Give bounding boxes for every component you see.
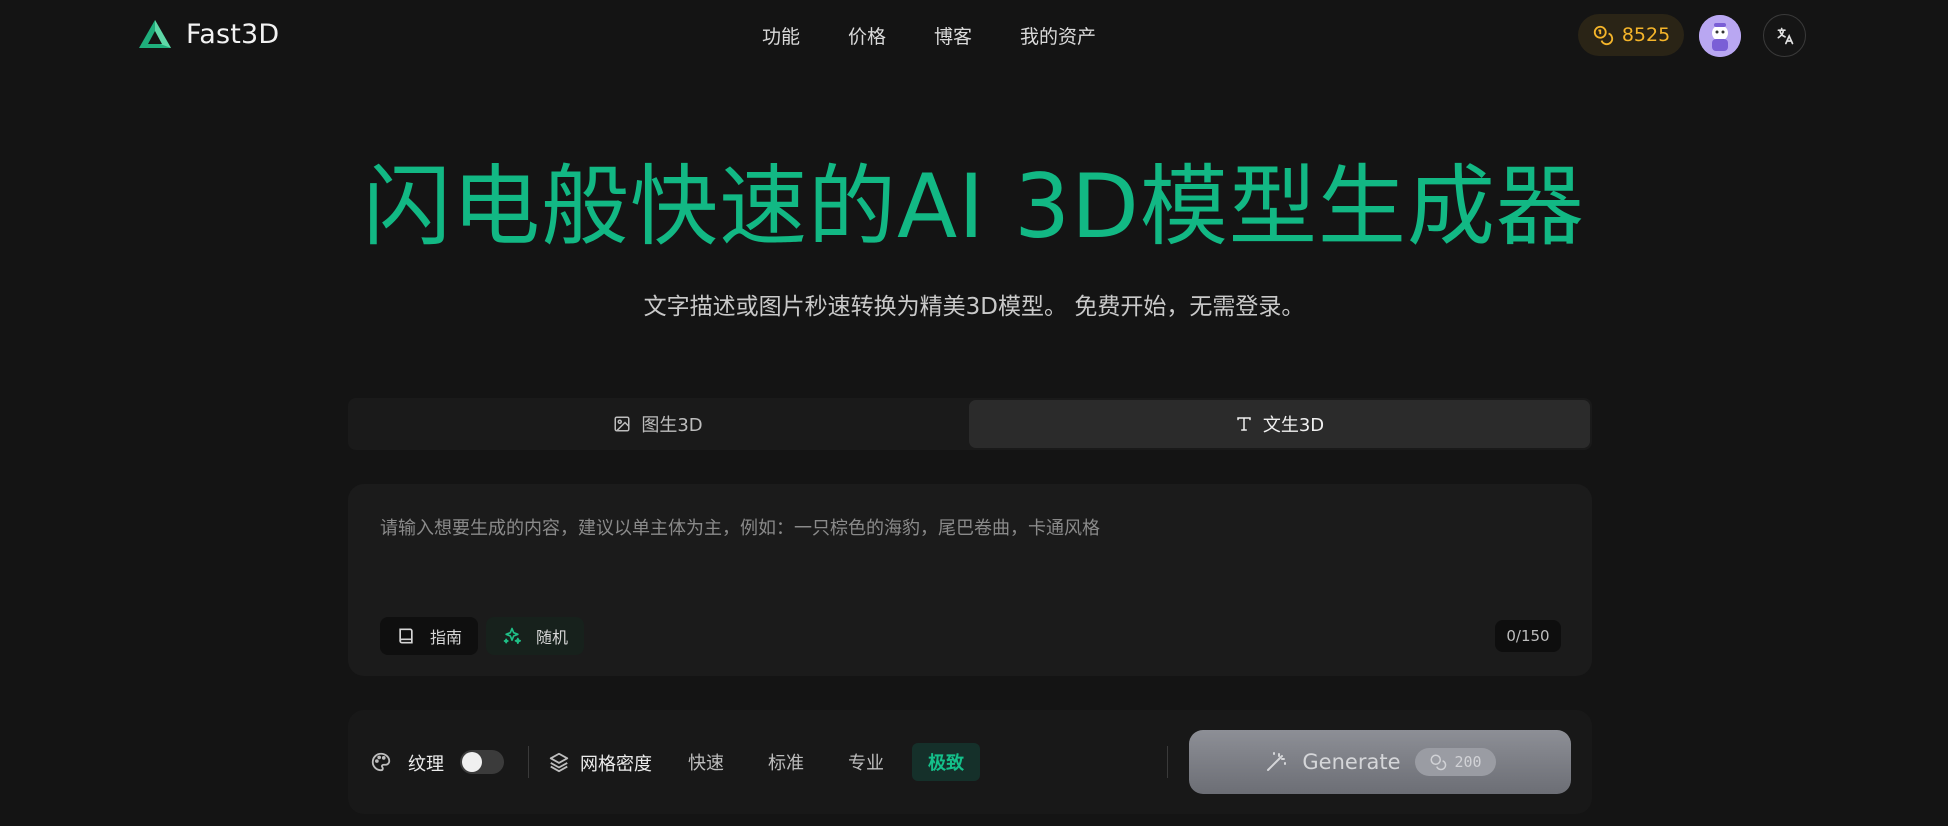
texture-toggle[interactable] — [460, 750, 504, 774]
density-option-standard[interactable]: 标准 — [752, 743, 820, 781]
nav-item-pricing[interactable]: 价格 — [848, 22, 886, 49]
nav-item-blog[interactable]: 博客 — [934, 22, 972, 49]
user-avatar[interactable] — [1699, 15, 1741, 57]
sparkles-icon — [503, 627, 521, 644]
prompt-input[interactable] — [380, 514, 1560, 594]
tab-text-to-3d[interactable]: 文生3D — [969, 400, 1590, 448]
layers-icon — [549, 752, 569, 773]
mode-tabs: 图生3D 文生3D — [348, 398, 1592, 450]
logo-triangle-icon — [139, 20, 171, 48]
guide-label: 指南 — [430, 628, 463, 647]
credits-count: 8525 — [1621, 24, 1671, 46]
coins-icon — [1593, 25, 1613, 46]
generate-button[interactable]: Generate 200 — [1189, 730, 1571, 794]
random-label: 随机 — [536, 628, 569, 647]
nav-item-my-assets[interactable]: 我的资产 — [1020, 22, 1096, 49]
brand-logo[interactable]: Fast3D — [138, 18, 279, 50]
divider — [528, 746, 529, 778]
divider — [1167, 746, 1168, 778]
nav-item-features[interactable]: 功能 — [762, 22, 800, 49]
texture-label: 纹理 — [408, 754, 444, 775]
density-option-pro[interactable]: 专业 — [832, 743, 900, 781]
mesh-density-label: 网格密度 — [580, 754, 652, 775]
magic-wand-icon — [1267, 752, 1287, 771]
character-counter: 0/150 — [1495, 620, 1561, 652]
translate-icon — [1777, 27, 1793, 44]
random-button[interactable]: 随机 — [486, 617, 585, 655]
top-nav-bar: Fast3D 功能 价格 博客 我的资产 8525 — [0, 0, 1948, 72]
avatar-image — [1699, 15, 1741, 57]
main-nav: 功能 价格 博客 我的资产 — [762, 22, 1096, 49]
text-type-icon — [1237, 417, 1251, 431]
book-icon — [399, 628, 413, 644]
generate-cost-badge: 200 — [1414, 748, 1496, 776]
tab-image-to-3d[interactable]: 图生3D — [350, 400, 966, 448]
options-bar: 纹理 网格密度 快速 标准 专业 极致 Generate 200 — [348, 710, 1592, 814]
guide-button[interactable]: 指南 — [380, 617, 479, 655]
hero-subtitle: 文字描述或图片秒速转换为精美3D模型。 免费开始，无需登录。 — [643, 294, 1305, 320]
generate-cost: 200 — [1454, 753, 1482, 771]
prompt-panel: 指南 随机 0/150 — [348, 484, 1592, 676]
generate-label: Generate — [1302, 750, 1401, 774]
coins-icon — [1430, 754, 1446, 771]
density-option-ultimate[interactable]: 极致 — [912, 743, 980, 781]
language-button[interactable] — [1763, 14, 1806, 57]
tab-text-label: 文生3D — [1262, 415, 1325, 436]
brand-name: Fast3D — [186, 18, 280, 50]
density-option-fast[interactable]: 快速 — [672, 743, 740, 781]
toggle-knob — [462, 752, 482, 772]
image-icon — [614, 416, 630, 432]
page: Fast3D 功能 价格 博客 我的资产 8525 闪电般快速的AI 3D模型生… — [0, 0, 1948, 826]
tab-image-label: 图生3D — [641, 415, 703, 436]
credits-badge[interactable]: 8525 — [1578, 14, 1684, 56]
palette-icon — [371, 752, 391, 772]
hero-title: 闪电般快速的AI 3D模型生成器 — [363, 155, 1585, 258]
